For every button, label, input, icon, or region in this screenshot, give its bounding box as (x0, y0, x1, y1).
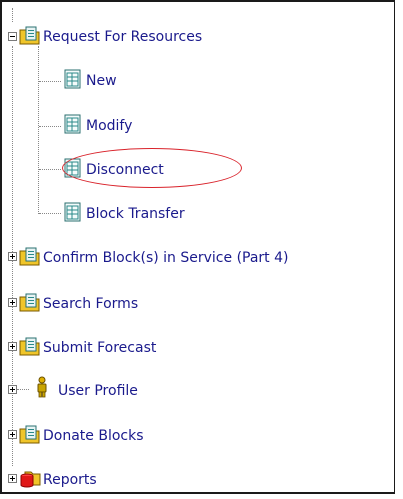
form-document-icon (64, 69, 81, 89)
tree-item-confirm-blocks[interactable]: Confirm Block(s) in Service (Part 4) (43, 249, 289, 267)
collapse-toggle-request-for-resources[interactable] (8, 32, 17, 41)
tree-item-user-profile[interactable]: User Profile (58, 382, 138, 400)
tree-connector (12, 8, 13, 22)
tree-item-new[interactable]: New (86, 72, 117, 90)
expand-toggle-user-profile[interactable] (8, 385, 17, 394)
folder-form-icon (19, 26, 40, 45)
tree-item-request-for-resources[interactable]: Request For Resources (43, 28, 202, 46)
expand-toggle-reports[interactable] (8, 474, 17, 483)
tree-item-disconnect[interactable]: Disconnect (86, 161, 164, 179)
tree-connector (17, 389, 29, 390)
tree-item-reports[interactable]: Reports (43, 471, 97, 489)
tree-item-block-transfer[interactable]: Block Transfer (86, 205, 185, 223)
expand-toggle-donate-blocks[interactable] (8, 430, 17, 439)
tree-connector (39, 213, 61, 214)
form-document-icon (64, 158, 81, 178)
tree-item-donate-blocks[interactable]: Donate Blocks (43, 427, 144, 445)
user-icon (37, 376, 47, 398)
navigation-tree-panel: Request For Resources New Modify Disconn… (0, 0, 395, 494)
folder-form-icon (19, 425, 40, 444)
tree-connector (39, 81, 61, 82)
reports-icon (20, 471, 41, 488)
form-document-icon (64, 202, 81, 222)
tree-connector (39, 169, 61, 170)
expand-toggle-confirm-blocks[interactable] (8, 252, 17, 261)
expand-toggle-submit-forecast[interactable] (8, 342, 17, 351)
tree-connector (38, 46, 39, 214)
folder-form-icon (19, 247, 40, 266)
expand-toggle-search-forms[interactable] (8, 298, 17, 307)
tree-item-search-forms[interactable]: Search Forms (43, 295, 138, 313)
folder-form-icon (19, 337, 40, 356)
tree-connector (39, 126, 61, 127)
tree-item-modify[interactable]: Modify (86, 117, 132, 135)
form-document-icon (64, 114, 81, 134)
folder-form-icon (19, 293, 40, 312)
tree-item-submit-forecast[interactable]: Submit Forecast (43, 339, 156, 357)
